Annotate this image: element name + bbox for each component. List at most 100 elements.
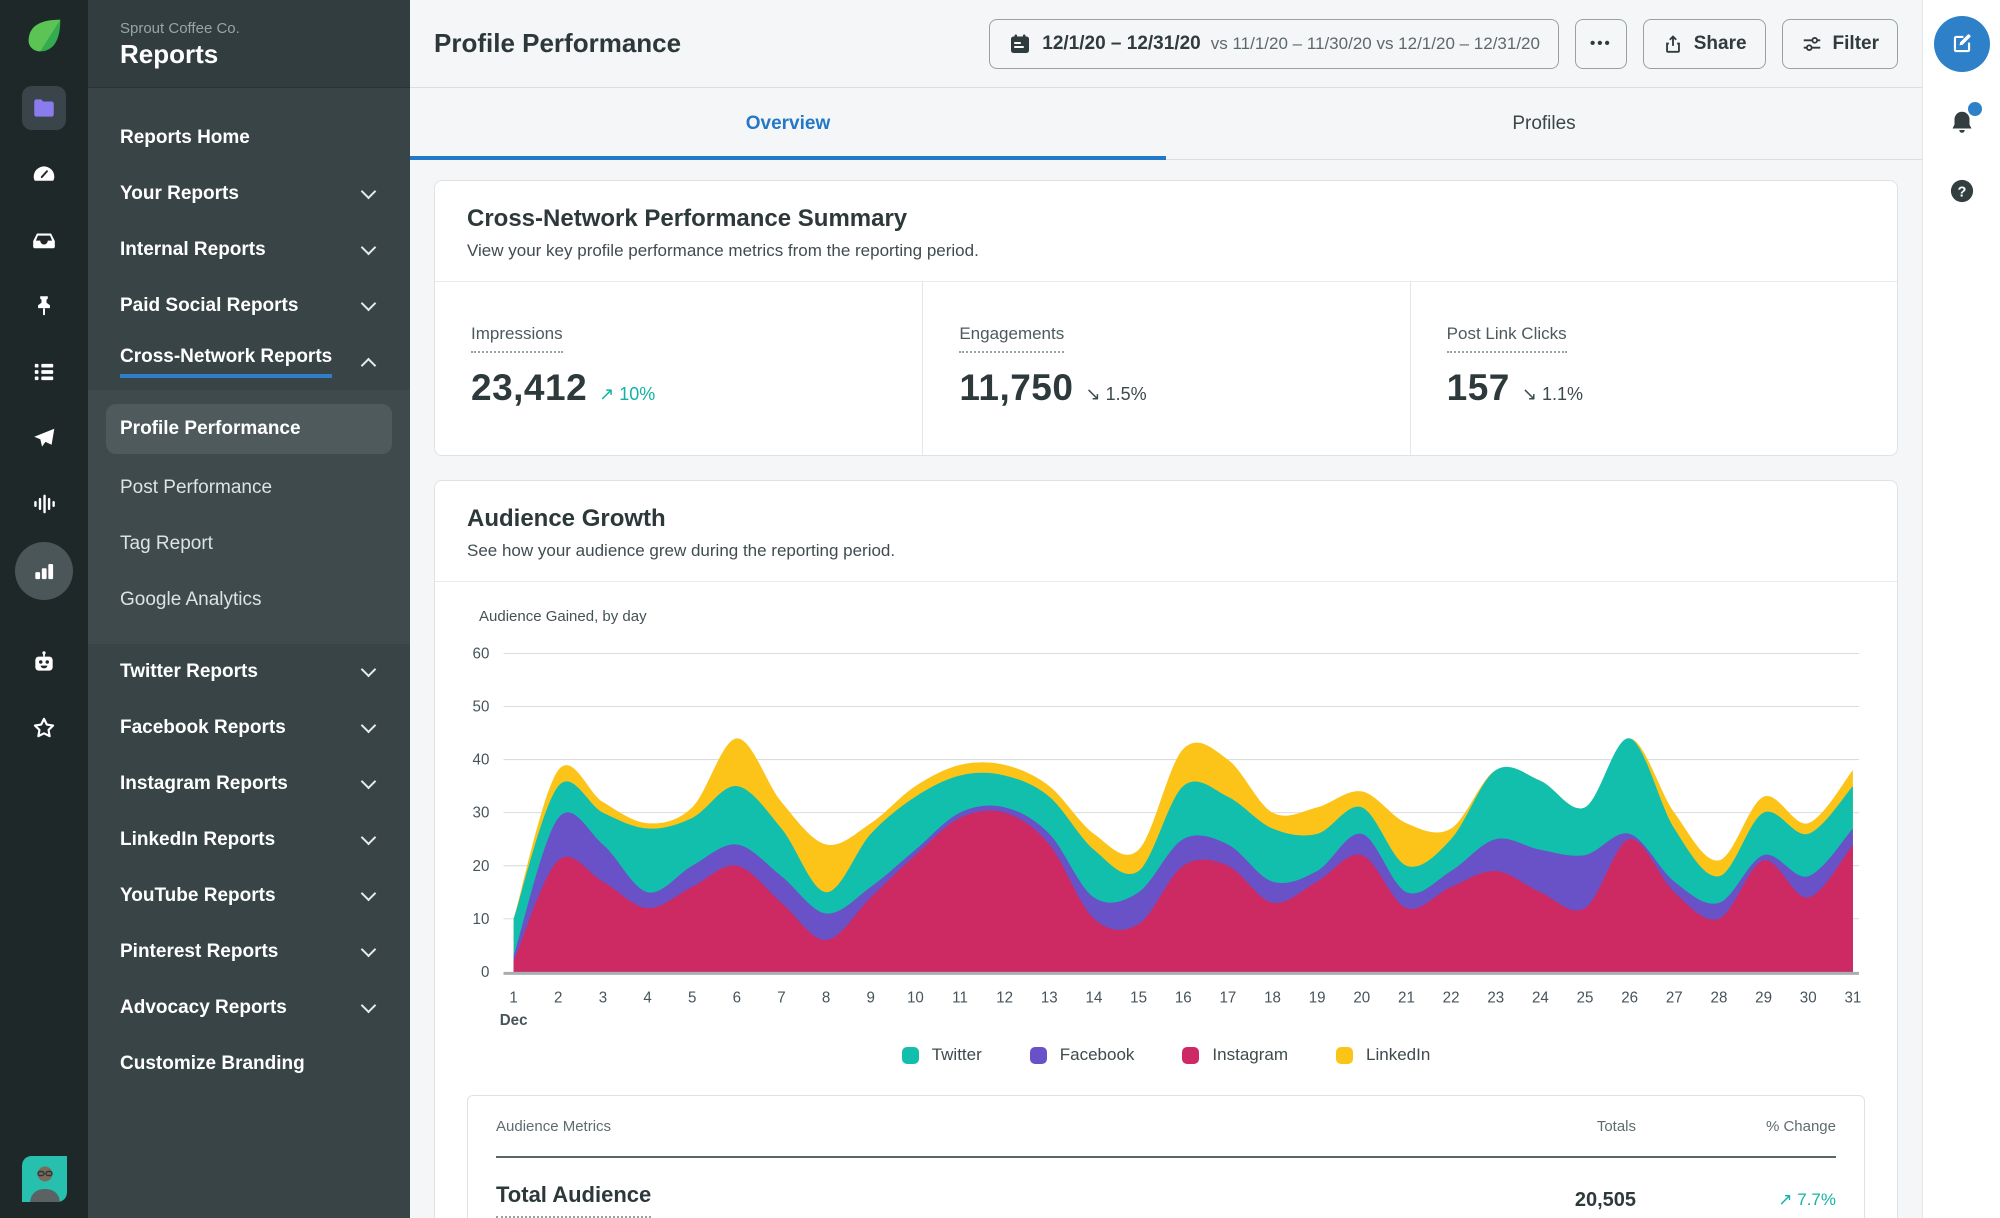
sidebar-nav: Reports Home Your Reports Internal Repor… [88, 88, 410, 1092]
sidebar-item-your-reports[interactable]: Your Reports [88, 166, 410, 222]
notification-dot [1967, 102, 1982, 116]
nav-bot-icon[interactable] [22, 640, 66, 684]
svg-text:19: 19 [1309, 989, 1326, 1006]
sidebar-item-advocacy-reports[interactable]: Advocacy Reports [88, 980, 410, 1036]
report-topbar: Profile Performance 12/1/20 – 12/31/20 v… [410, 0, 1922, 88]
metric-label[interactable]: Post Link Clicks [1446, 324, 1567, 353]
share-label: Share [1693, 32, 1747, 54]
sidebar-item-label: Instagram Reports [120, 773, 288, 794]
nav-inbox-icon[interactable] [22, 218, 66, 262]
nav-publishing-plane-icon[interactable] [22, 416, 66, 460]
date-range-primary: 12/1/20 – 12/31/20 [1042, 32, 1201, 54]
submenu-item-post-performance[interactable]: Post Performance [88, 460, 410, 516]
sidebar-item-label: Reports Home [120, 127, 250, 148]
chevron-down-icon [360, 829, 377, 845]
utility-rail: ? [1922, 0, 2000, 1218]
sidebar-item-internal-reports[interactable]: Internal Reports [88, 222, 410, 278]
nav-pin-icon[interactable] [22, 284, 66, 328]
submenu-item-google-analytics[interactable]: Google Analytics [88, 572, 410, 628]
chevron-down-icon [360, 885, 377, 901]
report-tabs: Overview Profiles [410, 88, 1922, 160]
audience-metrics-table: Audience Metrics Totals % Change Total A… [467, 1095, 1865, 1218]
metric-value: 23,412 [471, 367, 588, 408]
sidebar-item-linkedin-reports[interactable]: LinkedIn Reports [88, 812, 410, 868]
sidebar-item-label: Pinterest Reports [120, 941, 279, 962]
sidebar-item-reports-home[interactable]: Reports Home [88, 110, 410, 166]
cross-network-submenu: Profile Performance Post Performance Tag… [88, 390, 410, 644]
sidebar-header: Sprout Coffee Co. Reports [88, 0, 410, 88]
tab-overview[interactable]: Overview [410, 88, 1166, 160]
svg-text:50: 50 [473, 699, 490, 716]
sidebar-item-label: Advocacy Reports [120, 997, 287, 1018]
legend-label: Twitter [931, 1045, 982, 1064]
legend-item-linkedin[interactable]: LinkedIn [1336, 1045, 1430, 1065]
sidebar-item-instagram-reports[interactable]: Instagram Reports [88, 756, 410, 812]
user-avatar[interactable] [22, 1156, 67, 1202]
svg-text:29: 29 [1755, 989, 1772, 1006]
sidebar-item-pinterest-reports[interactable]: Pinterest Reports [88, 924, 410, 980]
compose-button[interactable] [1933, 16, 1990, 72]
nav-favorites-star-icon[interactable] [22, 706, 66, 750]
date-range-comparisons: vs 11/1/20 – 11/30/20 vs 12/1/20 – 12/31… [1210, 33, 1540, 53]
legend-item-facebook[interactable]: Facebook [1029, 1045, 1135, 1065]
legend-swatch [1336, 1046, 1354, 1064]
svg-text:Dec: Dec [500, 1012, 528, 1029]
svg-text:7: 7 [777, 989, 785, 1006]
summary-card-header: Cross-Network Performance Summary View y… [435, 181, 1897, 282]
metric-change-down: ↘ 1.5% [1085, 384, 1147, 404]
more-options-button[interactable]: ••• [1574, 18, 1627, 69]
legend-item-twitter[interactable]: Twitter [901, 1045, 982, 1065]
page-title: Profile Performance [434, 28, 682, 58]
nav-gauge-icon[interactable] [22, 152, 66, 196]
sidebar-item-customize-branding[interactable]: Customize Branding [88, 1036, 410, 1092]
notifications-bell-icon[interactable] [1945, 102, 1982, 140]
nav-folder-icon[interactable] [22, 86, 66, 130]
sidebar-item-facebook-reports[interactable]: Facebook Reports [88, 700, 410, 756]
submenu-item-tag-report[interactable]: Tag Report [88, 516, 410, 572]
svg-text:20: 20 [1353, 989, 1370, 1006]
legend-label: Facebook [1059, 1045, 1135, 1064]
legend-item-instagram[interactable]: Instagram [1182, 1045, 1288, 1065]
metric-label[interactable]: Impressions [471, 324, 563, 353]
sidebar-item-twitter-reports[interactable]: Twitter Reports [88, 644, 410, 700]
svg-text:3: 3 [599, 989, 607, 1006]
svg-text:2: 2 [554, 989, 562, 1006]
nav-listening-wave-icon[interactable] [22, 482, 66, 526]
nav-feeds-list-icon[interactable] [22, 350, 66, 394]
submenu-item-label: Post Performance [120, 477, 273, 498]
chevron-up-icon [360, 357, 377, 373]
filter-button[interactable]: Filter [1781, 18, 1898, 69]
sidebar-item-label: Paid Social Reports [120, 295, 299, 316]
date-range-button[interactable]: 12/1/20 – 12/31/20 vs 11/1/20 – 11/30/20… [989, 18, 1559, 69]
sidebar-item-label: Customize Branding [120, 1053, 305, 1074]
metric-label[interactable]: Engagements [959, 324, 1065, 353]
legend-swatch [1182, 1046, 1200, 1064]
sidebar-item-label: Twitter Reports [120, 661, 258, 682]
svg-text:20: 20 [473, 858, 490, 875]
svg-text:6: 6 [733, 989, 741, 1006]
help-icon[interactable]: ? [1945, 174, 1979, 208]
table-header-row: Audience Metrics Totals % Change [496, 1096, 1836, 1158]
sprout-leaf-logo-icon[interactable] [20, 12, 68, 60]
chevron-down-icon [360, 295, 377, 311]
share-button[interactable]: Share [1642, 18, 1766, 69]
chevron-down-icon [360, 997, 377, 1013]
submenu-item-profile-performance[interactable]: Profile Performance [106, 404, 392, 454]
sidebar-item-paid-social-reports[interactable]: Paid Social Reports [88, 278, 410, 334]
svg-text:5: 5 [688, 989, 696, 1006]
growth-title: Audience Growth [467, 505, 666, 532]
main-content: Profile Performance 12/1/20 – 12/31/20 v… [410, 0, 1922, 1218]
legend-label: Instagram [1212, 1045, 1289, 1064]
tab-profiles[interactable]: Profiles [1166, 88, 1922, 159]
sidebar-item-label: Your Reports [120, 183, 239, 204]
svg-text:26: 26 [1621, 989, 1638, 1006]
svg-text:13: 13 [1041, 989, 1058, 1006]
compose-icon [1949, 31, 1975, 57]
sidebar-item-cross-network-reports[interactable]: Cross-Network Reports [88, 334, 410, 390]
sidebar-item-youtube-reports[interactable]: YouTube Reports [88, 868, 410, 924]
share-icon [1662, 33, 1684, 55]
report-page: Cross-Network Performance Summary View y… [410, 160, 1922, 1218]
svg-text:15: 15 [1130, 989, 1147, 1006]
nav-reports-barchart-icon[interactable] [15, 542, 73, 600]
row-label[interactable]: Total Audience [496, 1182, 652, 1218]
